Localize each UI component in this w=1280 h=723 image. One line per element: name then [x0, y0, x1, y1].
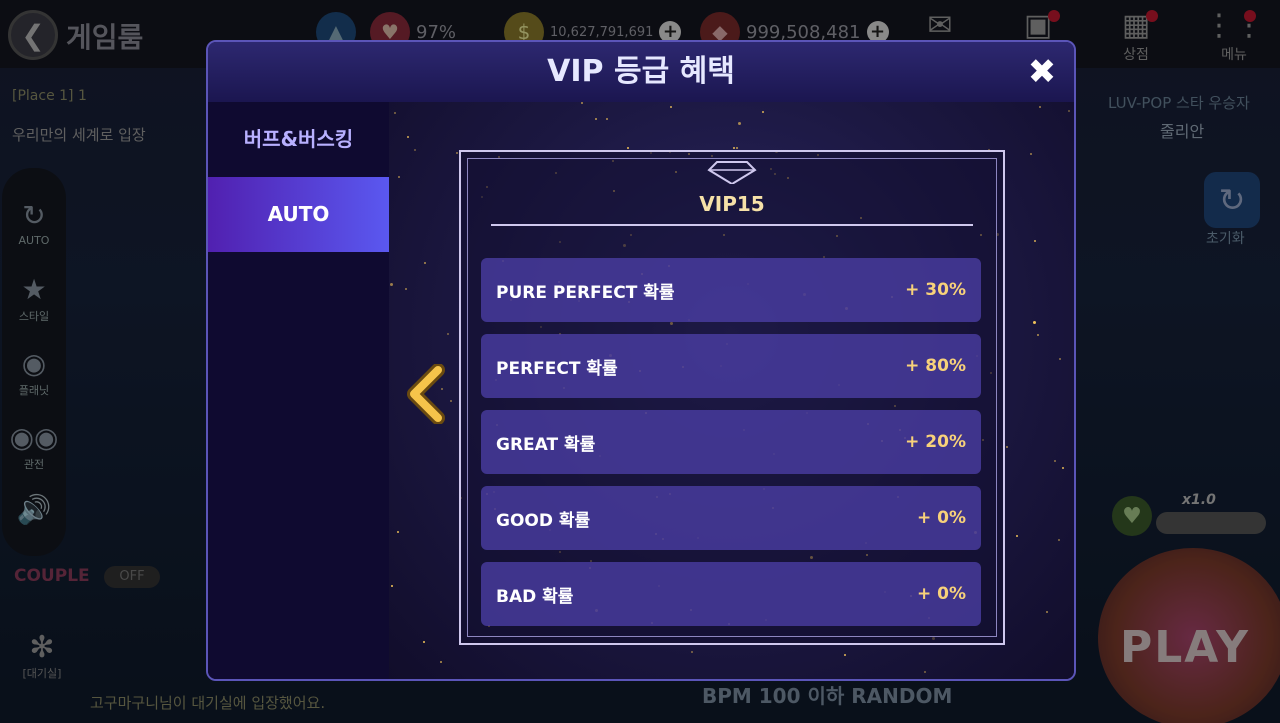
sparkle-decoration [1062, 467, 1064, 469]
modal-content: VIP15 PURE PERFECT 확률 + 30% PERFECT 확률 +… [389, 102, 1074, 679]
sparkle-decoration [1039, 106, 1041, 108]
sparkle-decoration [414, 149, 416, 151]
sparkle-decoration [581, 102, 583, 104]
sparkle-decoration [407, 136, 409, 138]
modal-side-tabs: 버프&버스킹 AUTO [208, 102, 389, 679]
sparkle-decoration [595, 118, 597, 120]
sparkle-decoration [1037, 334, 1039, 336]
sparkle-decoration [440, 661, 442, 663]
sparkle-decoration [691, 651, 693, 653]
benefit-value: + 0% [916, 508, 966, 528]
sparkle-decoration [447, 333, 449, 335]
sparkle-decoration [394, 112, 396, 114]
sparkle-decoration [733, 147, 735, 149]
tab-auto[interactable]: AUTO [208, 177, 389, 252]
benefit-row: PURE PERFECT 확률 + 30% [481, 258, 981, 322]
benefit-value: + 0% [916, 584, 966, 604]
sparkle-decoration [405, 288, 407, 290]
sparkle-decoration [423, 641, 425, 643]
sparkle-decoration [1034, 240, 1036, 242]
benefit-value: + 80% [905, 356, 966, 376]
close-icon[interactable]: ✖ [1022, 52, 1062, 92]
modal-header: VIP 등급 혜택 ✖ [208, 42, 1074, 102]
sparkle-decoration [1068, 110, 1070, 112]
sparkle-decoration [844, 654, 846, 656]
sparkle-decoration [391, 585, 393, 587]
sparkle-decoration [736, 147, 738, 149]
sparkle-decoration [1058, 539, 1060, 541]
benefit-value: + 20% [905, 432, 966, 452]
sparkle-decoration [738, 122, 741, 125]
benefit-name: BAD 확률 [496, 586, 574, 607]
vip-frame: VIP15 PURE PERFECT 확률 + 30% PERFECT 확률 +… [459, 150, 1005, 645]
vip-level: VIP15 [699, 192, 765, 216]
benefit-row: GOOD 확률 + 0% [481, 486, 981, 550]
sparkle-decoration [397, 531, 399, 533]
diamond-ornament-icon [707, 161, 757, 184]
sparkle-decoration [1046, 611, 1048, 613]
sparkle-decoration [398, 176, 400, 178]
benefit-row: GREAT 확률 + 20% [481, 410, 981, 474]
game-room-screen: ❮ 게임룸 ▲ ♥ 97% $ 10,627,791,691 + ◆ 999,5… [0, 0, 1280, 723]
sparkle-decoration [1030, 153, 1032, 155]
benefit-name: PERFECT 확률 [496, 358, 618, 379]
sparkle-decoration [1059, 358, 1061, 360]
benefit-name: GREAT 확률 [496, 434, 596, 455]
benefit-value: + 30% [905, 280, 966, 300]
sparkle-decoration [670, 106, 672, 108]
sparkle-decoration [1006, 446, 1008, 448]
sparkle-decoration [456, 152, 458, 154]
sparkle-decoration [450, 400, 452, 402]
benefit-row: PERFECT 확률 + 80% [481, 334, 981, 398]
benefit-name: GOOD 확률 [496, 510, 591, 531]
modal-title: VIP 등급 혜택 [547, 54, 735, 89]
divider [491, 224, 973, 226]
benefit-name: PURE PERFECT 확률 [496, 282, 675, 303]
sparkle-decoration [924, 671, 926, 673]
sparkle-decoration [762, 111, 764, 113]
sparkle-decoration [627, 147, 629, 149]
sparkle-decoration [390, 283, 393, 286]
sparkle-decoration [1033, 321, 1036, 324]
sparkle-decoration [1016, 535, 1018, 537]
sparkle-decoration [1054, 460, 1056, 462]
sparkle-decoration [606, 118, 608, 120]
chevron-left-icon[interactable] [404, 364, 448, 424]
tab-buff-busking[interactable]: 버프&버스킹 [208, 102, 389, 177]
sparkle-decoration [424, 262, 426, 264]
vip-benefits-modal: VIP 등급 혜택 ✖ 버프&버스킹 AUTO VIP15 PURE PERFE… [206, 40, 1076, 681]
benefit-row: BAD 확률 + 0% [481, 562, 981, 626]
